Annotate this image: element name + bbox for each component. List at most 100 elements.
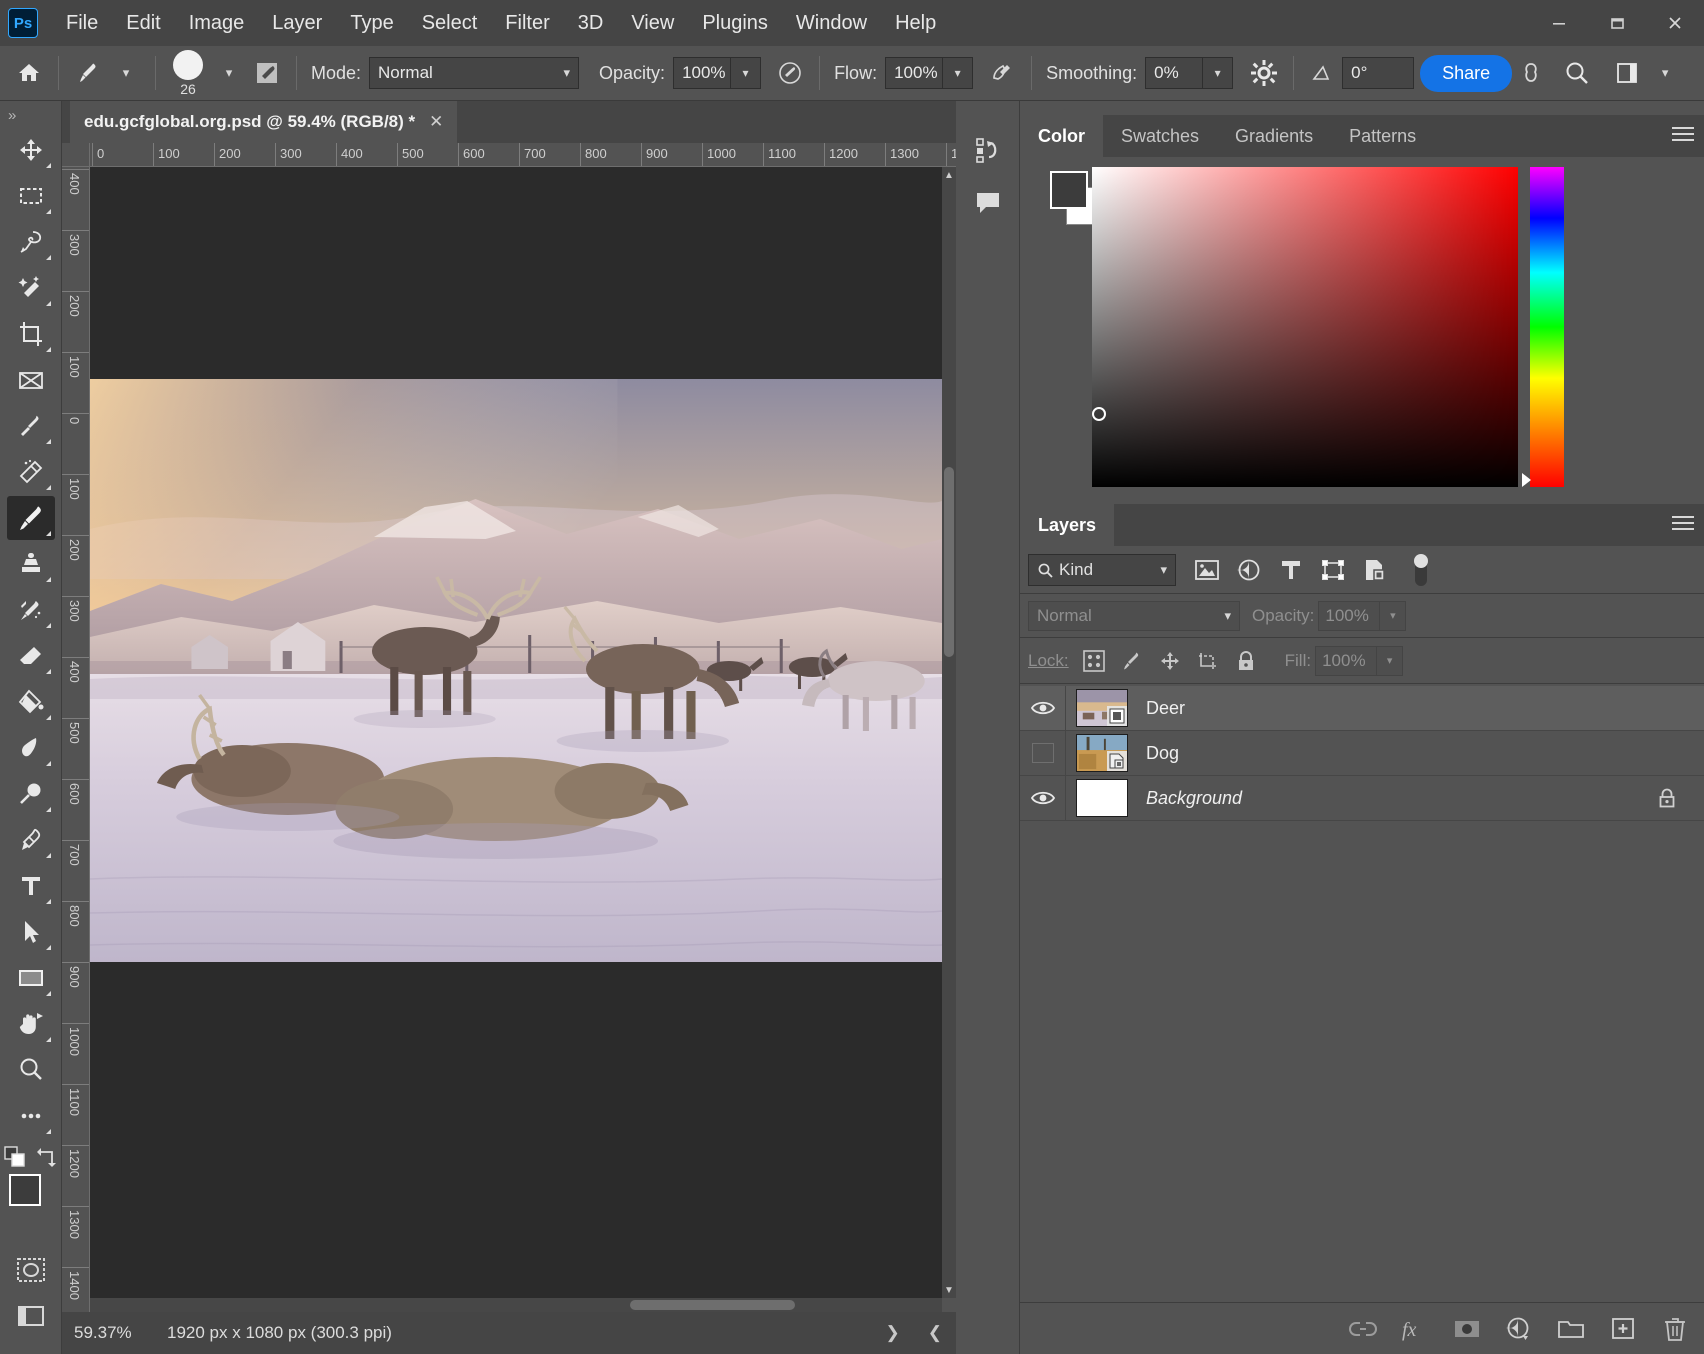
layer-fill-chevron-icon[interactable]: ▾	[1377, 646, 1403, 676]
menu-item-select[interactable]: Select	[408, 8, 492, 39]
hand-tool[interactable]	[7, 1002, 55, 1046]
comments-panel-icon[interactable]	[963, 177, 1013, 227]
color-panel-menu-icon[interactable]	[1672, 125, 1694, 143]
horizontal-ruler[interactable]: 0100200300400500600700800900100011001200…	[90, 143, 956, 167]
add-layer-mask-button[interactable]	[1448, 1310, 1486, 1348]
layer-style-button[interactable]: fx	[1396, 1310, 1434, 1348]
horizontal-scrollbar[interactable]	[90, 1298, 942, 1312]
foreground-color-swatch[interactable]	[9, 1174, 41, 1206]
lock-image-pixels[interactable]	[1113, 643, 1151, 679]
brush-tool[interactable]	[7, 496, 55, 540]
opacity-input[interactable]: 100%	[673, 57, 731, 89]
rectangular-marquee-tool[interactable]	[7, 174, 55, 218]
move-tool[interactable]	[7, 128, 55, 172]
layer-thumbnail[interactable]	[1076, 689, 1128, 727]
layer-row[interactable]: Deer	[1020, 686, 1704, 731]
layer-opacity-chevron-icon[interactable]: ▾	[1380, 601, 1406, 631]
layer-name[interactable]: Deer	[1146, 698, 1185, 719]
symmetry-butterfly-icon[interactable]	[1512, 54, 1550, 92]
eye-off-icon[interactable]	[1020, 731, 1066, 776]
lasso-tool[interactable]	[7, 220, 55, 264]
airbrush-icon[interactable]	[983, 54, 1021, 92]
default-colors-icon[interactable]	[4, 1146, 26, 1168]
brush-size-picker[interactable]: 26	[166, 50, 210, 97]
angle-input[interactable]: 0°	[1342, 57, 1414, 89]
menu-item-plugins[interactable]: Plugins	[688, 8, 782, 39]
tab-layers[interactable]: Layers	[1020, 504, 1114, 546]
angle-icon[interactable]	[1304, 54, 1342, 92]
layer-row[interactable]: Dog	[1020, 731, 1704, 776]
toolbar-collapse-icon[interactable]: »	[8, 107, 16, 124]
pen-tool[interactable]	[7, 818, 55, 862]
lock-all[interactable]	[1227, 643, 1265, 679]
crop-tool[interactable]	[7, 312, 55, 356]
blend-mode-select[interactable]: Normal ▾	[369, 57, 579, 89]
eyedropper-tool[interactable]	[7, 404, 55, 448]
link-layers-button[interactable]	[1344, 1310, 1382, 1348]
canvas-viewport[interactable]	[90, 167, 942, 1298]
menu-item-type[interactable]: Type	[336, 8, 407, 39]
close-button[interactable]	[1646, 0, 1704, 46]
scroll-down-icon[interactable]: ▼	[942, 1282, 956, 1298]
rectangle-tool[interactable]	[7, 956, 55, 1000]
swap-colors-icon[interactable]	[36, 1146, 58, 1168]
menu-item-filter[interactable]: Filter	[491, 8, 563, 39]
lock-position[interactable]	[1151, 643, 1189, 679]
smoothing-chevron-icon[interactable]: ▾	[1203, 57, 1233, 89]
blur-tool[interactable]	[7, 726, 55, 770]
menu-item-view[interactable]: View	[617, 8, 688, 39]
tab-gradients[interactable]: Gradients	[1217, 115, 1331, 157]
tab-swatches[interactable]: Swatches	[1103, 115, 1217, 157]
menu-item-layer[interactable]: Layer	[258, 8, 336, 39]
tab-color[interactable]: Color	[1020, 115, 1103, 157]
layer-row[interactable]: Background	[1020, 776, 1704, 821]
lock-artboard-nesting[interactable]	[1189, 643, 1227, 679]
color-field[interactable]	[1092, 167, 1518, 487]
eye-icon[interactable]	[1020, 686, 1066, 731]
hue-slider[interactable]	[1530, 167, 1564, 487]
filter-toggle-switch[interactable]	[1402, 552, 1440, 588]
quick-mask-icon[interactable]	[7, 1248, 55, 1292]
eye-icon[interactable]	[1020, 776, 1066, 821]
color-panel-foreground-swatch[interactable]	[1050, 171, 1088, 209]
layer-fill-value[interactable]: 100%	[1315, 646, 1377, 676]
options-overflow-chevron-icon[interactable]: ▾	[1646, 54, 1684, 92]
menu-item-edit[interactable]: Edit	[112, 8, 174, 39]
layers-panel-menu-icon[interactable]	[1672, 514, 1694, 532]
layer-thumbnail[interactable]	[1076, 779, 1128, 817]
spot-healing-brush-tool[interactable]	[7, 450, 55, 494]
edit-toolbar-button[interactable]	[7, 1094, 55, 1138]
history-brush-tool[interactable]	[7, 588, 55, 632]
filter-kind-select[interactable]: Kind ▾	[1028, 554, 1176, 586]
filter-type-layers[interactable]	[1272, 552, 1310, 588]
gradient-tool[interactable]	[7, 680, 55, 724]
brush-preset-chevron-icon[interactable]: ▾	[210, 54, 248, 92]
tool-preset-chevron-icon[interactable]: ▾	[107, 54, 145, 92]
screen-mode-icon[interactable]	[7, 1294, 55, 1338]
path-selection-tool[interactable]	[7, 910, 55, 954]
horizontal-scroll-thumb[interactable]	[630, 1300, 795, 1310]
zoom-tool[interactable]	[7, 1048, 55, 1092]
filter-smart-objects[interactable]	[1356, 552, 1394, 588]
menu-item-window[interactable]: Window	[782, 8, 881, 39]
new-group-button[interactable]	[1552, 1310, 1590, 1348]
gear-icon[interactable]	[1245, 54, 1283, 92]
restore-button[interactable]	[1588, 0, 1646, 46]
filter-pixel-layers[interactable]	[1188, 552, 1226, 588]
layer-name[interactable]: Background	[1146, 788, 1242, 809]
close-icon[interactable]: ✕	[429, 112, 443, 132]
lock-transparent-pixels[interactable]	[1075, 643, 1113, 679]
clone-stamp-tool[interactable]	[7, 542, 55, 586]
search-icon[interactable]	[1558, 54, 1596, 92]
filter-adjustment-layers[interactable]	[1230, 552, 1268, 588]
dodge-tool[interactable]	[7, 772, 55, 816]
opacity-pressure-icon[interactable]	[771, 54, 809, 92]
new-layer-button[interactable]	[1604, 1310, 1642, 1348]
zoom-level[interactable]: 59.37%	[62, 1323, 167, 1343]
share-button[interactable]: Share	[1420, 55, 1512, 92]
brush-tool-icon[interactable]	[69, 54, 107, 92]
smoothing-input[interactable]: 0%	[1145, 57, 1203, 89]
eraser-tool[interactable]	[7, 634, 55, 678]
menu-item-image[interactable]: Image	[175, 8, 259, 39]
flow-input[interactable]: 100%	[885, 57, 943, 89]
